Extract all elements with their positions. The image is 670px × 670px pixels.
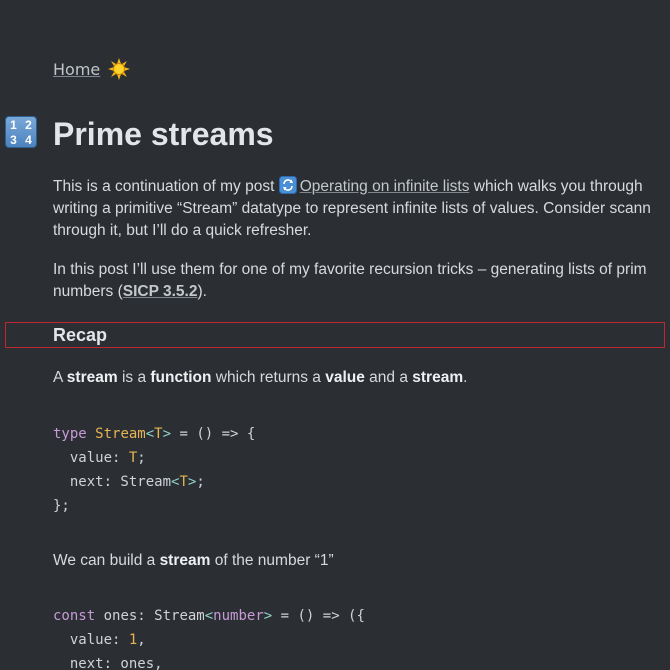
page: Home 1 2 3 4 Prime streams This is a con… — [0, 0, 670, 670]
numbers-keycap-icon: 1 2 3 4 — [5, 116, 37, 148]
top-nav: Home — [53, 58, 131, 80]
recap-text: A stream is a function which returns a v… — [53, 369, 468, 386]
intro-line-1: This is a continuation of my post Operat… — [53, 176, 643, 195]
code-block-ones: const ones: Stream<number> = () => ({ va… — [53, 608, 365, 670]
build-text: We can build a stream of the number “1” — [53, 552, 334, 569]
intro-line-3: through it, but I’ll do a quick refreshe… — [53, 222, 312, 239]
title-row: 1 2 3 4 Prime streams — [0, 112, 670, 156]
intro2-line-2: numbers (SICP 3.5.2). — [53, 283, 207, 300]
refresh-icon — [278, 176, 297, 194]
sicp-link[interactable]: SICP 3.5.2 — [123, 283, 198, 300]
recap-heading: Recap — [53, 325, 108, 345]
intro-line-2: writing a primitive “Stream” datatype to… — [53, 200, 651, 217]
code-block-stream-type: type Stream<T> = () => { value: T; next:… — [53, 426, 256, 514]
page-title: Prime streams — [53, 116, 274, 152]
infinite-lists-link[interactable]: Operating on infinite lists — [300, 178, 470, 195]
sun-icon — [108, 58, 131, 80]
home-link[interactable]: Home — [53, 60, 100, 79]
intro2-line-1: In this post I’ll use them for one of my… — [53, 261, 647, 278]
